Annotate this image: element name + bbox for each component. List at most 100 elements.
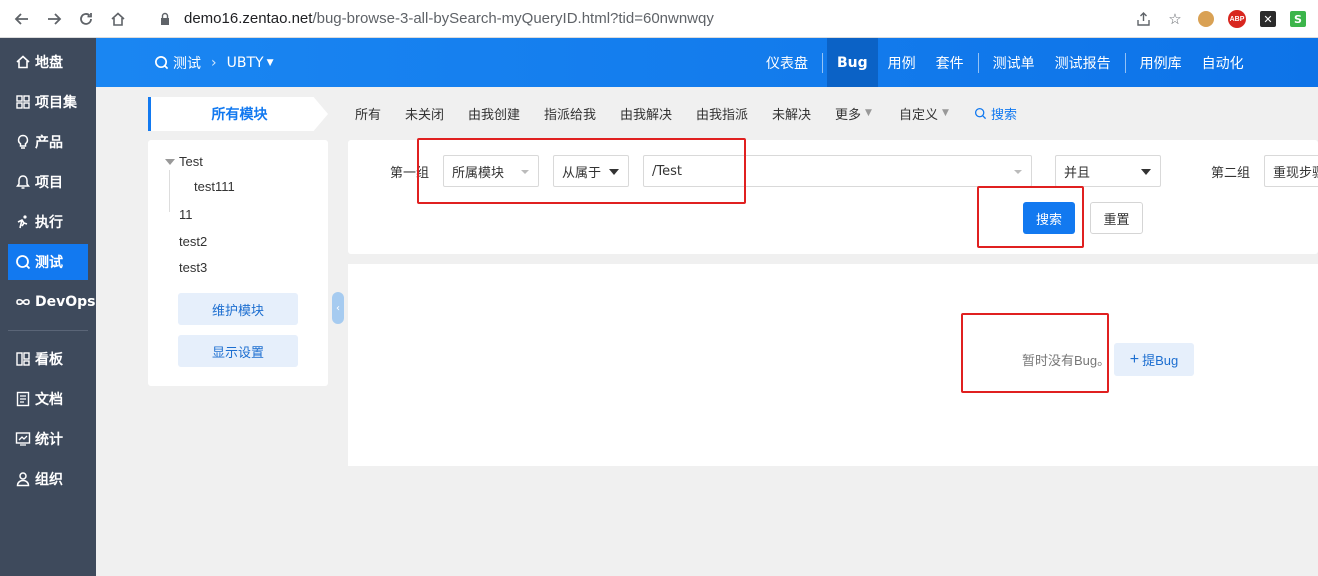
tree-node-test[interactable]: Test — [179, 154, 203, 169]
breadcrumb: 测试 › UBTY ▼ — [154, 38, 274, 87]
nav-automation[interactable]: 自动化 — [1192, 38, 1254, 87]
tree-node-11[interactable]: 11 — [179, 207, 193, 222]
dropdown-arrow-icon — [1014, 170, 1022, 174]
bell-icon — [14, 173, 32, 191]
tab-search[interactable]: 搜索 — [974, 103, 1017, 123]
tab-unresolved[interactable]: 未解决 — [772, 103, 811, 123]
tab-opened-by-me[interactable]: 由我创建 — [468, 103, 520, 123]
sidebar-item-execution[interactable]: 执行 — [8, 204, 88, 240]
nav-testreport[interactable]: 测试报告 — [1045, 38, 1121, 87]
display-settings-button[interactable]: 显示设置 — [178, 335, 298, 367]
breadcrumb-section[interactable]: 测试 — [173, 53, 201, 73]
tree-node-test2[interactable]: test2 — [179, 234, 207, 249]
module-tree-title[interactable]: 所有模块 — [148, 97, 328, 131]
dropdown-arrow-icon — [1141, 169, 1151, 175]
lightbulb-icon — [14, 133, 32, 151]
tab-assigned-by-me[interactable]: 由我指派 — [696, 103, 748, 123]
sidebar-item-project[interactable]: 项目 — [8, 164, 88, 200]
infinity-icon — [14, 293, 32, 311]
adblock-extension-icon[interactable]: ABP — [1228, 10, 1246, 28]
main-sidebar: 地盘 项目集 产品 项目 执行 测试 DevOps 看板 文档 统计 组织 — [0, 38, 96, 576]
value-select-value: /Test — [652, 163, 682, 179]
sidebar-item-product[interactable]: 产品 — [8, 124, 88, 160]
empty-message: 暂时没有Bug。 — [1022, 353, 1111, 368]
tree-guide-line — [169, 170, 170, 212]
chevron-right-icon: › — [211, 54, 217, 71]
tab-resolved-by-me[interactable]: 由我解决 — [620, 103, 672, 123]
search-icon — [155, 56, 169, 70]
share-icon[interactable] — [1134, 10, 1152, 28]
sidebar-item-stats[interactable]: 统计 — [8, 421, 88, 457]
sidebar-item-label: 看板 — [35, 352, 63, 368]
sidebar-item-devops[interactable]: DevOps — [8, 284, 96, 320]
tab-custom[interactable]: 自定义 ▼ — [899, 103, 949, 123]
module-tree: Test test111 11 test2 test3 维护模块 显示设置 — [148, 140, 328, 386]
tab-assigned-to-me[interactable]: 指派给我 — [544, 103, 596, 123]
nav-dashboard[interactable]: 仪表盘 — [756, 38, 818, 87]
product-switcher[interactable]: UBTY — [227, 55, 264, 71]
user-icon — [14, 470, 32, 488]
sidebar-item-test[interactable]: 测试 — [8, 244, 88, 280]
add-bug-button[interactable]: + 提Bug — [1114, 343, 1194, 376]
search-icon — [974, 107, 987, 119]
sidebar-item-label: 组织 — [35, 472, 63, 488]
sidebar-divider — [8, 330, 88, 331]
forward-arrow-icon[interactable] — [38, 3, 70, 35]
nav-testtask[interactable]: 测试单 — [983, 38, 1045, 87]
sidebar-item-home[interactable]: 地盘 — [8, 44, 88, 80]
operator-select-value: 从属于 — [562, 165, 602, 181]
browser-toolbar: demo16.zentao.net/bug-browse-3-all-bySea… — [0, 0, 1318, 38]
tab-all[interactable]: 所有 — [355, 103, 381, 123]
app-header: 测试 › UBTY ▼ 仪表盘 Bug 用例 套件 测试单 测试报告 用例库 自… — [96, 38, 1318, 87]
field-select-value: 所属模块 — [452, 165, 505, 181]
caret-down-icon[interactable]: ▼ — [267, 58, 274, 68]
back-arrow-icon[interactable] — [6, 3, 38, 35]
expand-triangle-icon[interactable] — [165, 159, 175, 165]
logic-select[interactable]: 并且 — [1055, 155, 1161, 187]
tree-node-test3[interactable]: test3 — [179, 260, 207, 275]
document-icon — [14, 390, 32, 408]
sidebar-item-label: 地盘 — [35, 55, 63, 71]
maintain-module-button[interactable]: 维护模块 — [178, 293, 298, 325]
x-extension-icon[interactable]: ✕ — [1260, 11, 1276, 27]
group1-label: 第一组 — [390, 166, 430, 181]
run-icon — [14, 213, 32, 231]
nav-suite[interactable]: 套件 — [926, 38, 974, 87]
tree-node-test111[interactable]: test111 — [194, 179, 235, 194]
group2-field-select[interactable]: 重现步骤 — [1264, 155, 1318, 187]
address-bar[interactable]: demo16.zentao.net/bug-browse-3-all-bySea… — [158, 10, 714, 27]
sidebar-item-kanban[interactable]: 看板 — [8, 341, 88, 377]
search-form: 第一组 所属模块 从属于 /Test 并且 第二组 重现步骤 搜索 重置 — [348, 140, 1318, 254]
reload-icon[interactable] — [70, 3, 102, 35]
tab-more[interactable]: 更多 ▼ — [835, 103, 872, 123]
tab-unclosed[interactable]: 未关闭 — [405, 103, 444, 123]
sidebar-item-org[interactable]: 组织 — [8, 461, 88, 497]
sidebar-item-label: 产品 — [35, 135, 63, 151]
nav-divider — [822, 52, 823, 73]
sidebar-item-program[interactable]: 项目集 — [8, 84, 88, 120]
main-nav: 仪表盘 Bug 用例 套件 测试单 测试报告 用例库 自动化 — [756, 38, 1254, 87]
cookie-extension-icon[interactable] — [1198, 11, 1214, 27]
nav-bug[interactable]: Bug — [827, 38, 878, 87]
grid-icon — [14, 93, 32, 111]
home-browser-icon[interactable] — [102, 3, 134, 35]
lock-icon — [161, 12, 169, 25]
s-extension-icon[interactable]: S — [1290, 11, 1306, 27]
sidebar-item-label: 项目集 — [35, 95, 77, 111]
value-select[interactable]: /Test — [643, 155, 1032, 187]
tab-more-label: 更多 — [835, 107, 862, 123]
field-select[interactable]: 所属模块 — [443, 155, 539, 187]
tab-custom-label: 自定义 — [899, 107, 939, 123]
group2-field-value: 重现步骤 — [1273, 165, 1318, 181]
reset-button[interactable]: 重置 — [1090, 202, 1143, 234]
sidebar-item-doc[interactable]: 文档 — [8, 381, 88, 417]
group2-label: 第二组 — [1211, 166, 1251, 181]
operator-select[interactable]: 从属于 — [553, 155, 629, 187]
caret-down-icon: ▼ — [865, 108, 872, 118]
nav-case[interactable]: 用例 — [878, 38, 926, 87]
nav-caselib[interactable]: 用例库 — [1130, 38, 1192, 87]
star-icon[interactable]: ☆ — [1166, 10, 1184, 28]
sidebar-item-label: 文档 — [35, 392, 63, 408]
search-button[interactable]: 搜索 — [1023, 202, 1075, 234]
collapse-sidebar-handle[interactable]: ‹ — [332, 292, 344, 324]
